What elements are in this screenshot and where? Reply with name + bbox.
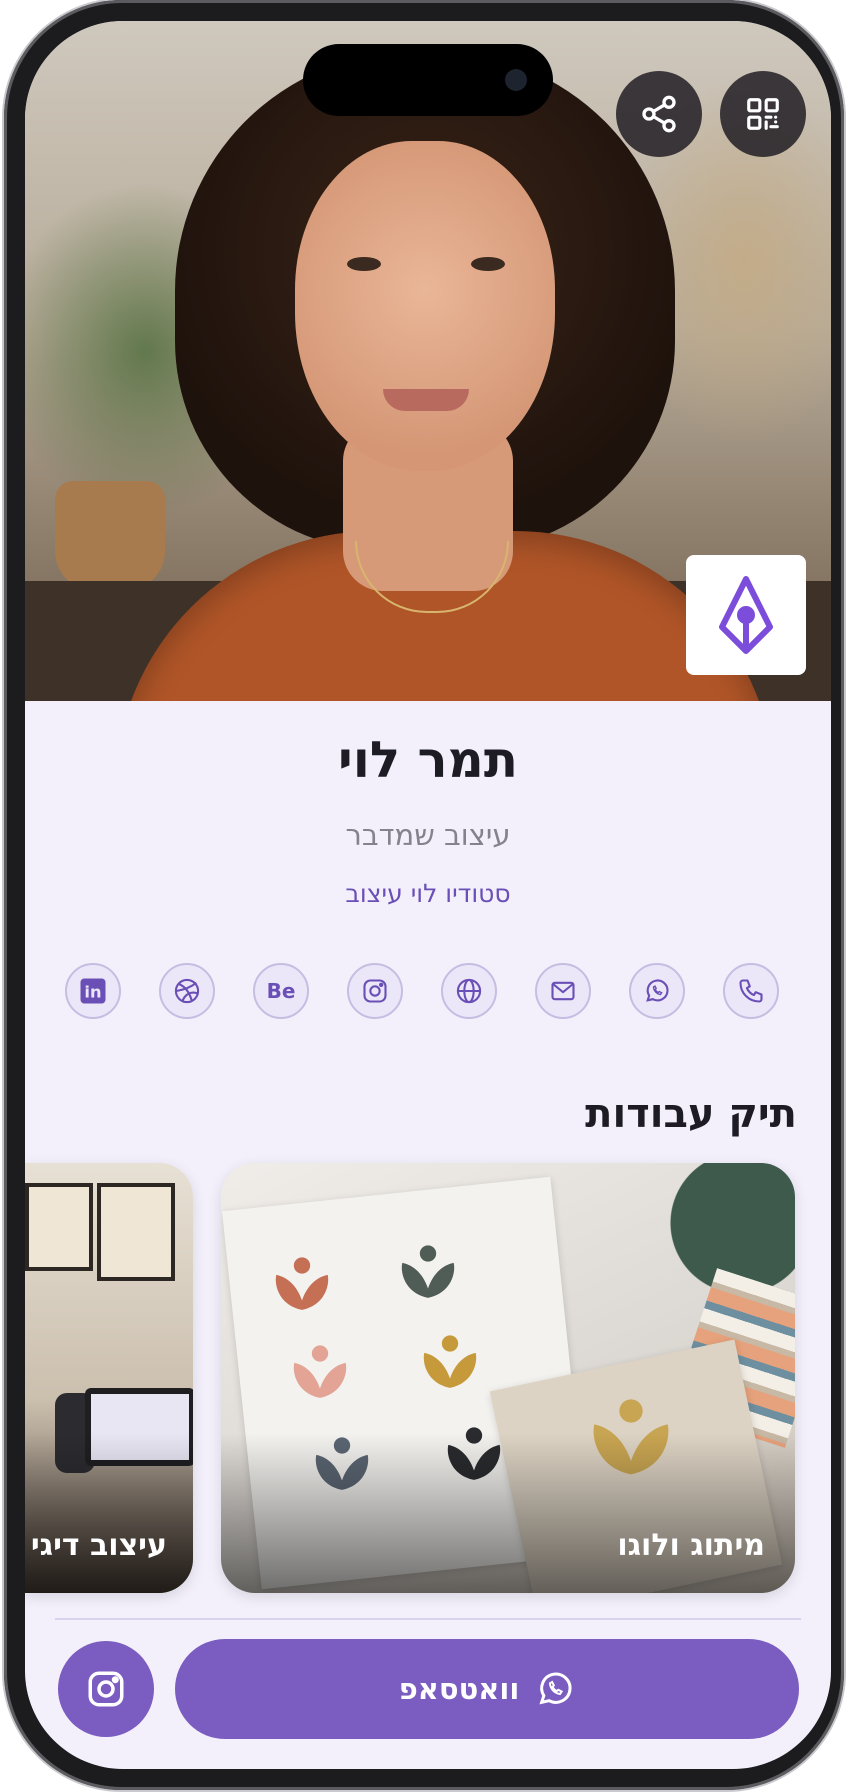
phone-frame: תמר לוי עיצוב שמדבר סטודיו לוי עיצוב in … <box>4 0 844 1790</box>
card-gradient-overlay <box>221 1433 795 1593</box>
logo-mark-pink <box>293 1345 347 1398</box>
instagram-icon <box>88 1671 124 1707</box>
portfolio-card-digital-design[interactable]: עיצוב דיגי <box>25 1163 193 1593</box>
pen-nib-icon <box>719 576 773 654</box>
company-name: סטודיו לוי עיצוב <box>345 879 511 908</box>
whatsapp-icon <box>646 979 669 1002</box>
dribbble-button[interactable] <box>159 963 215 1019</box>
linkedin-button[interactable]: in <box>65 963 121 1019</box>
wall-frame <box>25 1183 93 1271</box>
card-gradient-overlay <box>25 1433 193 1593</box>
dynamic-island <box>303 44 553 116</box>
share-icon <box>642 95 676 133</box>
profile-name: תמר לוי <box>338 731 518 789</box>
email-button[interactable] <box>535 963 591 1019</box>
dribbble-icon <box>174 978 200 1004</box>
portrait-eye-left <box>347 257 381 271</box>
portrait-eye-right <box>471 257 505 271</box>
bottom-divider <box>55 1618 801 1620</box>
globe-icon <box>456 978 482 1004</box>
instagram-fab-button[interactable] <box>58 1641 154 1737</box>
app-screen: תמר לוי עיצוב שמדבר סטודיו לוי עיצוב in … <box>25 21 831 1769</box>
linkedin-icon: in <box>80 978 106 1004</box>
behance-button[interactable]: Be <box>253 963 309 1019</box>
portrait-smile <box>383 389 469 411</box>
behance-icon: Be <box>266 979 296 1003</box>
whatsapp-cta-button[interactable]: וואטסאפ <box>175 1639 799 1739</box>
wall-frame <box>97 1183 175 1281</box>
front-camera <box>505 69 527 91</box>
phone-icon <box>739 979 763 1003</box>
share-button[interactable] <box>616 71 702 157</box>
portfolio-heading: תיק עבודות <box>585 1091 797 1137</box>
brand-logo <box>686 555 806 675</box>
instagram-icon <box>363 979 387 1003</box>
qr-code-icon <box>747 98 779 130</box>
whatsapp-button[interactable] <box>629 963 685 1019</box>
profile-tagline: עיצוב שמדבר <box>345 818 511 852</box>
logo-mark-terracotta <box>275 1257 329 1310</box>
website-button[interactable] <box>441 963 497 1019</box>
svg-text:in: in <box>84 982 101 1001</box>
logo-mark-green <box>401 1245 455 1298</box>
portfolio-card-label: עיצוב דיגי <box>30 1528 167 1563</box>
phone-button[interactable] <box>723 963 779 1019</box>
portfolio-card-label: מיתוג ולוגו <box>617 1528 765 1563</box>
whatsapp-icon <box>539 1672 572 1705</box>
plant-pot <box>55 481 165 591</box>
instagram-button[interactable] <box>347 963 403 1019</box>
whatsapp-cta-label: וואטסאפ <box>398 1672 520 1706</box>
logo-mark-gold <box>423 1335 477 1388</box>
portrait-face <box>295 141 555 471</box>
portfolio-card-branding[interactable]: מיתוג ולוגו <box>221 1163 795 1593</box>
email-icon <box>551 981 575 1001</box>
qr-code-button[interactable] <box>720 71 806 157</box>
contact-buttons-row: in Be <box>65 963 785 1023</box>
